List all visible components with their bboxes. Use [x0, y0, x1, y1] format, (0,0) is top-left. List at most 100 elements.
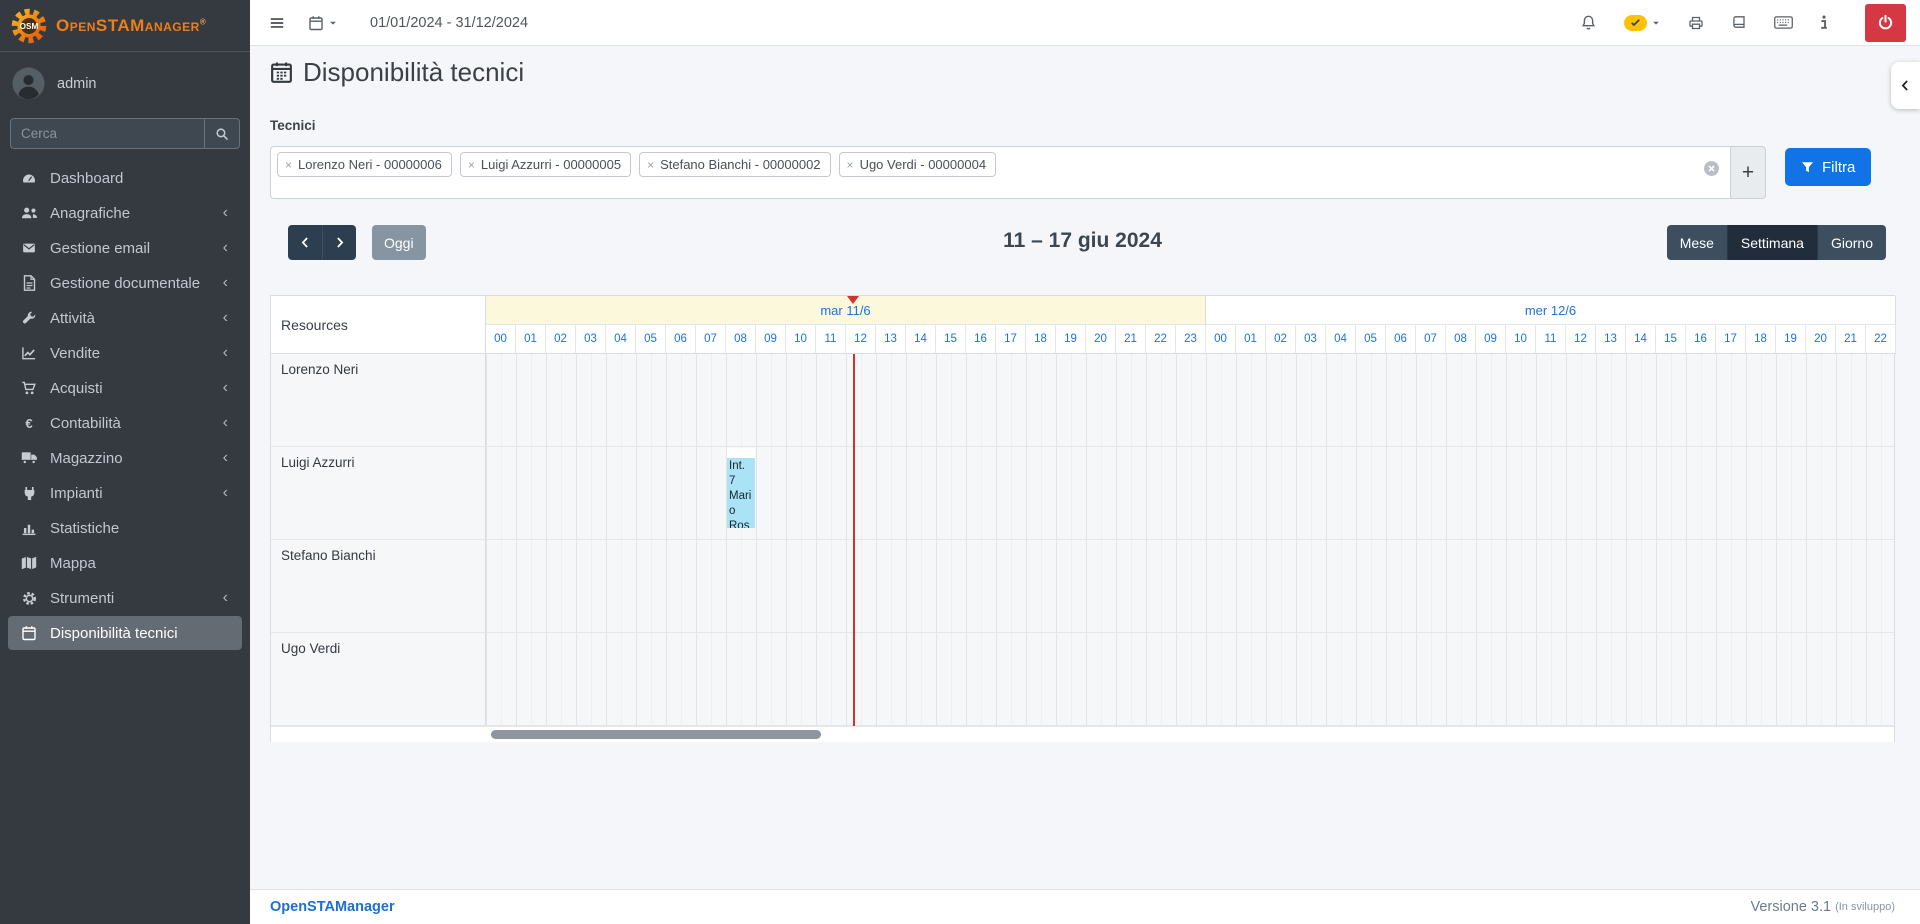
svg-text:OSM: OSM [20, 22, 39, 31]
view-button-mese[interactable]: Mese [1667, 225, 1727, 260]
sidebar-item-acquisti[interactable]: Acquisti‹ [8, 371, 242, 405]
remove-tag-icon[interactable]: × [647, 158, 654, 172]
horizontal-scrollbar[interactable] [271, 726, 1894, 742]
sidebar-item-label: Strumenti [50, 590, 223, 607]
remove-tag-icon[interactable]: × [285, 158, 292, 172]
resource-timeline-lane[interactable] [486, 540, 1896, 632]
resource-name: Stefano Bianchi [271, 540, 486, 632]
user-panel[interactable]: admin [0, 52, 250, 110]
sidebar-item-label: Gestione documentale [50, 275, 223, 292]
sidebar-item-label: Anagrafiche [50, 205, 223, 222]
svg-text:€: € [25, 416, 33, 431]
top-navbar: 01/01/2024 - 31/12/2024 [250, 0, 1920, 46]
sidebar-item-attivit[interactable]: Attività‹ [8, 301, 242, 335]
now-indicator-arrow [847, 296, 859, 310]
caret-down-icon [1651, 18, 1661, 28]
tag-label: Luigi Azzurri - 00000005 [481, 157, 621, 172]
sidebar-item-statistiche[interactable]: Statistiche [8, 511, 242, 545]
plug-icon [16, 486, 42, 501]
chevron-left-icon: ‹ [223, 414, 232, 432]
wrench-icon [16, 311, 42, 326]
period-date-range[interactable]: 01/01/2024 - 31/12/2024 [370, 15, 528, 31]
hour-label: 20 [1086, 325, 1116, 354]
truck-icon [16, 451, 42, 465]
sidebar-item-mappa[interactable]: Mappa [8, 546, 242, 580]
chevron-left-icon: ‹ [223, 484, 232, 502]
sidebar-item-dashboard[interactable]: Dashboard [8, 161, 242, 195]
hour-label: 22 [1146, 325, 1176, 354]
page-head: Disponibilità tecnici [270, 57, 524, 88]
hour-label: 15 [936, 325, 966, 354]
euro-icon: € [16, 416, 42, 431]
notifications-bell-button[interactable] [1580, 14, 1597, 31]
hour-label: 15 [1656, 325, 1686, 354]
sidebar-item-anagrafiche[interactable]: Anagrafiche‹ [8, 196, 242, 230]
hour-label: 06 [1386, 325, 1416, 354]
scrollbar-thumb[interactable] [491, 730, 821, 739]
search-button[interactable] [204, 118, 240, 149]
sidebar-toggle-button[interactable] [268, 14, 286, 32]
print-button[interactable] [1688, 15, 1704, 31]
technician-tag[interactable]: ×Stefano Bianchi - 00000002 [639, 152, 830, 177]
hour-label: 09 [1476, 325, 1506, 354]
technician-tag[interactable]: × Luigi Azzurri - 00000005 [460, 152, 631, 177]
filter-button[interactable]: Filtra [1785, 148, 1871, 186]
resource-timeline-lane[interactable] [486, 447, 1896, 539]
add-technician-button[interactable]: + [1730, 146, 1766, 199]
hour-label: 03 [576, 325, 606, 354]
calendar-event[interactable]: Int. 7 Mario Rossi [727, 458, 755, 528]
sidebar-item-disponibilit-tecnici[interactable]: Disponibilità tecnici [8, 616, 242, 650]
resource-name: Lorenzo Neri [271, 354, 486, 446]
sidebar-item-magazzino[interactable]: Magazzino‹ [8, 441, 242, 475]
logout-power-button[interactable] [1865, 4, 1906, 42]
chart-line-icon [16, 346, 42, 361]
gear-icon [16, 591, 42, 606]
docs-button[interactable] [1731, 15, 1747, 31]
brand[interactable]: OSM OpenSTAManager® [0, 0, 250, 52]
calendar-icon [16, 625, 42, 641]
footer-dev-note: (In sviluppo) [1835, 901, 1895, 913]
resource-timeline-lane[interactable] [486, 354, 1896, 446]
hour-label: 08 [1446, 325, 1476, 354]
calendar-title-icon [270, 61, 293, 84]
search-input[interactable] [10, 118, 204, 149]
sidebar-item-vendite[interactable]: Vendite‹ [8, 336, 242, 370]
hour-label: 10 [786, 325, 816, 354]
technician-multiselect[interactable]: ×Lorenzo Neri - 00000006×Luigi Azzurri -… [270, 146, 1730, 199]
resource-row: Ugo Verdi [271, 633, 1894, 726]
view-button-giorno[interactable]: Giorno [1817, 225, 1886, 260]
chevron-left-icon [1899, 79, 1912, 92]
scheduler-resources-header: Resources [271, 296, 486, 354]
view-button-settimana[interactable]: Settimana [1727, 225, 1817, 260]
info-button[interactable] [1820, 15, 1828, 30]
scheduler-body: Lorenzo NeriLuigi AzzurriStefano Bianchi… [271, 354, 1894, 726]
sidebar-item-label: Contabilità [50, 415, 223, 432]
chevron-left-icon: ‹ [223, 344, 232, 362]
period-dropdown[interactable] [308, 15, 338, 31]
hour-label: 17 [996, 325, 1026, 354]
panel-collapse-button[interactable] [1891, 62, 1920, 109]
chevron-left-icon: ‹ [223, 274, 232, 292]
footer-brand-link[interactable]: OpenSTAManager [270, 899, 395, 915]
remove-tag-icon[interactable]: × [468, 158, 475, 172]
hour-label: 11 [816, 325, 846, 354]
technician-tag[interactable]: ×Lorenzo Neri - 00000006 [277, 152, 452, 177]
hour-label: 19 [1776, 325, 1806, 354]
sidebar-item-strumenti[interactable]: Strumenti‹ [8, 581, 242, 615]
resource-timeline-lane[interactable] [486, 633, 1896, 725]
hour-label: 12 [846, 325, 876, 354]
technician-tag[interactable]: × Ugo Verdi - 00000004 [839, 152, 997, 177]
hour-label: 04 [606, 325, 636, 354]
shortcuts-button[interactable] [1774, 16, 1793, 29]
sidebar-item-impianti[interactable]: Impianti‹ [8, 476, 242, 510]
clear-selection-icon[interactable] [1703, 160, 1720, 177]
tag-label: Ugo Verdi - 00000004 [860, 157, 986, 172]
chevron-left-icon: ‹ [223, 204, 232, 222]
sidebar-item-gestione-email[interactable]: Gestione email‹ [8, 231, 242, 265]
view-switcher: MeseSettimanaGiorno [1667, 225, 1886, 260]
hour-label: 14 [906, 325, 936, 354]
sidebar-item-gestione-documentale[interactable]: Gestione documentale‹ [8, 266, 242, 300]
checklist-dropdown-button[interactable] [1624, 15, 1661, 31]
remove-tag-icon[interactable]: × [847, 158, 854, 172]
sidebar-item-contabilit[interactable]: € Contabilità‹ [8, 406, 242, 440]
